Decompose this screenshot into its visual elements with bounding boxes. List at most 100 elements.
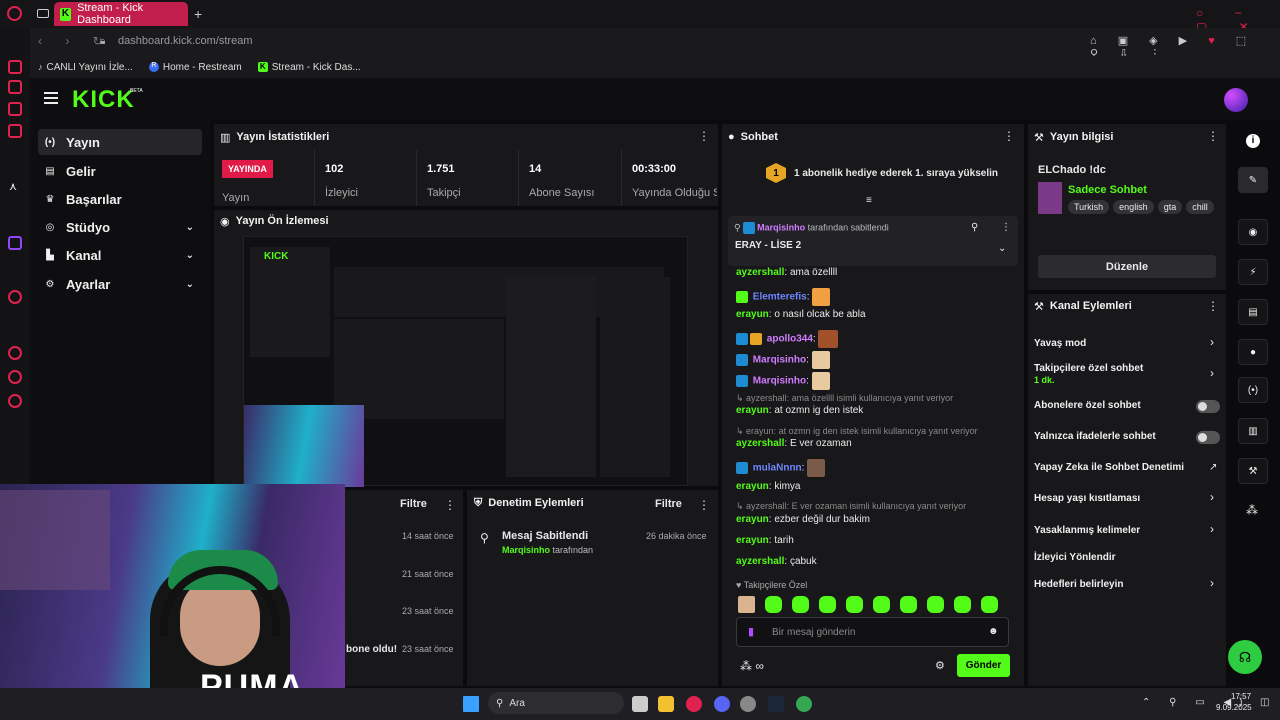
stream-category[interactable]: Sadece Sohbet xyxy=(1068,184,1147,196)
emote-icon xyxy=(954,596,971,613)
tab-actions-icon[interactable] xyxy=(37,9,49,18)
action-followers-only[interactable]: Takipçilere özel sohbet xyxy=(1034,363,1143,374)
external-link-icon[interactable]: ↗ xyxy=(1209,462,1217,473)
support-button[interactable]: ☊ xyxy=(1228,640,1262,674)
stat-followers: 1.751 Takipçi xyxy=(416,150,516,206)
browser-logo-icon[interactable] xyxy=(7,6,22,21)
pinned-unpin-icon[interactable]: ⚲ xyxy=(971,222,978,233)
moderation-filter-button[interactable]: Filtre xyxy=(655,498,682,510)
menu-icon[interactable] xyxy=(44,92,58,104)
rail-bolt-icon[interactable]: ⚡︎ xyxy=(1238,259,1268,285)
stream-preview-video[interactable]: KICK xyxy=(243,236,688,487)
rail-icon-1[interactable] xyxy=(8,60,22,74)
tag[interactable]: chill xyxy=(1186,200,1214,214)
action-goals[interactable]: Hedefleri belirleyin xyxy=(1034,579,1123,590)
pinned-expand-icon[interactable]: ⌄ xyxy=(998,243,1006,254)
bookmark-3[interactable]: K Stream - Kick Das... xyxy=(257,62,361,73)
emotes-only-toggle[interactable] xyxy=(1196,431,1220,444)
action-emotes-only[interactable]: Yalnızca ifadelerle sohbet xyxy=(1034,431,1156,442)
sidebar-item-kanal[interactable]: ▙ Kanal ⌄ xyxy=(38,242,202,268)
tag[interactable]: gta xyxy=(1157,200,1183,214)
chevron-right-icon[interactable]: › xyxy=(1210,490,1214,504)
bookmark-1[interactable]: ♪ CANLI Yayını İzle... xyxy=(38,62,133,73)
rail-twitch-icon[interactable] xyxy=(8,236,22,250)
clock-date[interactable]: 9.09.2025 xyxy=(1216,703,1252,712)
rail-history-icon[interactable] xyxy=(8,346,22,360)
chevron-right-icon[interactable]: › xyxy=(1210,335,1214,349)
emote-bar[interactable] xyxy=(738,596,998,613)
chat-menu-icon[interactable]: ⋮ xyxy=(1003,129,1015,143)
taskbar-search[interactable]: ⚲ Ara xyxy=(488,692,624,714)
action-subs-only[interactable]: Abonelere özel sohbet xyxy=(1034,400,1141,411)
microphone-icon[interactable]: ▮ xyxy=(748,625,754,638)
steam-icon[interactable] xyxy=(768,696,784,712)
chat-settings-icon[interactable]: ⚙ xyxy=(935,659,945,672)
action-slow-mode[interactable]: Yavaş mod xyxy=(1034,338,1086,349)
channel-actions-menu-icon[interactable]: ⋮ xyxy=(1207,299,1219,313)
sidebar-item-yayin[interactable]: (•) Yayın xyxy=(38,129,202,155)
subs-only-toggle[interactable] xyxy=(1196,400,1220,413)
rail-wrench-icon[interactable]: ⚒ xyxy=(1238,458,1268,484)
rail-notes-icon[interactable]: ▤ xyxy=(1238,299,1268,325)
activity-menu-icon[interactable]: ⋮ xyxy=(444,498,456,512)
rail-camera-icon[interactable]: ◉ xyxy=(1238,219,1268,245)
kick-logo[interactable]: KICK xyxy=(72,86,135,114)
new-tab-button[interactable]: + xyxy=(194,6,202,22)
stream-info-menu-icon[interactable]: ⋮ xyxy=(1207,129,1219,143)
activity-filter-button[interactable]: Filtre xyxy=(400,498,427,510)
edit-button[interactable]: Düzenle xyxy=(1038,255,1216,278)
action-account-age[interactable]: Hesap yaşı kısıtlaması xyxy=(1034,493,1140,504)
rail-icon-4[interactable] xyxy=(8,124,22,138)
sidebar-item-ayarlar[interactable]: ⚙ Ayarlar ⌄ xyxy=(38,271,202,297)
pinned-menu-icon[interactable]: ⋮ xyxy=(1001,222,1011,233)
sidebar-item-basarilar[interactable]: ♛ Başarılar xyxy=(38,186,202,212)
tag[interactable]: english xyxy=(1113,200,1154,214)
tag[interactable]: Turkish xyxy=(1068,200,1110,214)
rail-broadcast-icon[interactable]: (•) xyxy=(1238,377,1268,403)
promo-collapse-icon[interactable]: ≡ xyxy=(866,195,872,206)
send-button[interactable]: Gönder xyxy=(957,654,1010,677)
rail-chat-icon[interactable]: ● xyxy=(1238,339,1268,365)
notification-icon[interactable]: ◫ xyxy=(1260,697,1269,708)
explorer-icon[interactable] xyxy=(658,696,674,712)
bookmark-2[interactable]: R Home - Restream xyxy=(148,62,242,73)
chrome-icon[interactable] xyxy=(796,696,812,712)
sidebar-item-studyo[interactable]: ◎ Stüdyo ⌄ xyxy=(38,214,202,240)
rail-icon-5[interactable] xyxy=(8,290,22,304)
emote-icon xyxy=(807,459,826,477)
rail-icon-3[interactable] xyxy=(8,102,22,116)
url-text[interactable]: dashboard.kick.com/stream xyxy=(118,35,253,47)
taskview-icon[interactable] xyxy=(632,696,648,712)
rail-icon-2[interactable] xyxy=(8,80,22,94)
user-avatar[interactable] xyxy=(1224,88,1248,112)
info-icon[interactable]: i xyxy=(1246,134,1260,148)
activity-time: 21 saat önce xyxy=(402,569,454,579)
action-banned-words[interactable]: Yasaklanmış kelimeler xyxy=(1034,525,1140,536)
clock-time[interactable]: 17:57 xyxy=(1231,692,1251,701)
windows-start-icon[interactable] xyxy=(463,696,479,712)
chevron-right-icon[interactable]: › xyxy=(1210,576,1214,590)
browser-tab[interactable]: K Stream - Kick Dashboard xyxy=(54,2,188,26)
chat-extras-icon[interactable]: ⁂ ∞ xyxy=(740,659,764,673)
action-raid[interactable]: İzleyici Yönlendir xyxy=(1034,552,1116,563)
moderation-menu-icon[interactable]: ⋮ xyxy=(698,498,710,512)
mod-badge-icon xyxy=(743,222,756,234)
mod-badge-icon xyxy=(736,462,748,474)
sidebar-item-gelir[interactable]: ▤ Gelir xyxy=(38,158,202,184)
rail-settings-icon[interactable] xyxy=(8,394,22,408)
rail-icon-6[interactable] xyxy=(8,370,22,384)
emoji-icon[interactable]: ☻ xyxy=(988,626,999,637)
opera-icon[interactable] xyxy=(686,696,702,712)
chevron-down-icon: ⌄ xyxy=(185,221,194,233)
rail-edit-icon[interactable]: ✎ xyxy=(1238,167,1268,193)
chevron-right-icon[interactable]: › xyxy=(1210,366,1214,380)
discord-icon[interactable] xyxy=(714,696,730,712)
chat-promo[interactable]: 1 1 abonelik hediye ederek 1. sıraya yük… xyxy=(766,163,998,183)
activity-time: 23 saat önce xyxy=(402,606,454,616)
chevron-right-icon[interactable]: › xyxy=(1210,522,1214,536)
rail-layout-icon[interactable]: ▥ xyxy=(1238,418,1268,444)
action-ai-moderation[interactable]: Yapay Zeka ile Sohbet Denetimi xyxy=(1034,462,1184,473)
rail-more-icon[interactable]: ⁂ xyxy=(1246,503,1258,517)
app-icon[interactable] xyxy=(740,696,756,712)
rail-kick-icon[interactable]: ⋏ xyxy=(9,180,17,193)
